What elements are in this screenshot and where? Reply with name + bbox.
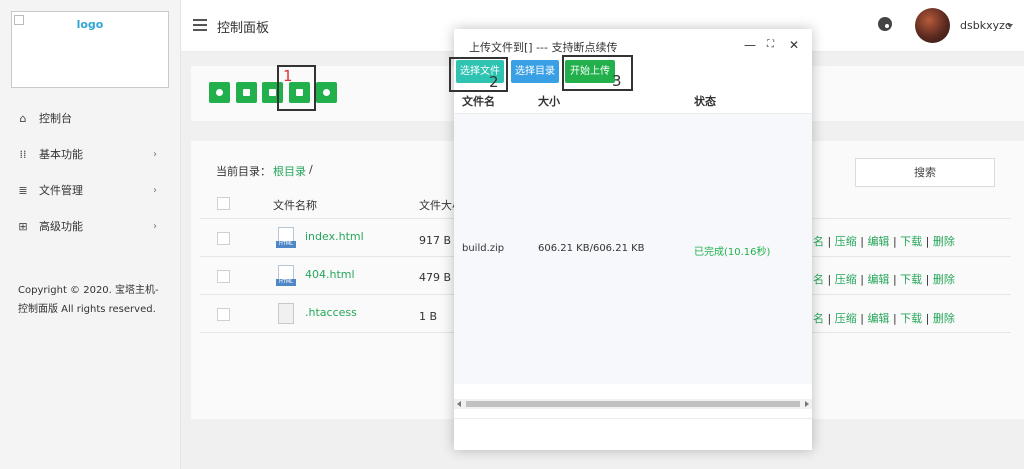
minimize-icon[interactable]: — xyxy=(744,38,756,52)
copyright: Copyright © 2020. 宝塔主机-控制面版 All rights r… xyxy=(18,285,159,315)
edit-link[interactable]: 编辑 xyxy=(867,273,889,286)
rename-link[interactable]: 名 xyxy=(813,312,824,325)
close-icon[interactable]: ✕ xyxy=(789,38,799,52)
column-size: 大小 xyxy=(538,95,560,108)
username[interactable]: dsbkxyzc xyxy=(960,19,1011,32)
logo[interactable]: logo xyxy=(11,11,169,88)
page-title: 控制面板 xyxy=(217,21,270,36)
download-link[interactable]: 下载 xyxy=(900,273,922,286)
upload-file-name: build.zip xyxy=(462,243,505,254)
delete-link[interactable]: 删除 xyxy=(933,235,955,248)
annotation-number-3: 3 xyxy=(612,72,622,90)
row-actions: 名 | 压缩 | 编辑 | 下载 | 删除 xyxy=(813,312,955,325)
annotation-box-2 xyxy=(449,57,508,92)
sidebar-item-label: 控制台 xyxy=(39,112,72,125)
menu-icon[interactable] xyxy=(193,19,207,31)
sidebar-item-files[interactable]: ≣ 文件管理 › xyxy=(0,178,181,202)
file-link[interactable]: .htaccess xyxy=(305,306,357,319)
sidebar-item-label: 文件管理 xyxy=(39,184,83,197)
home-icon: ⌂ xyxy=(19,111,27,125)
select-directory-button[interactable]: 选择目录 xyxy=(511,60,559,83)
sidebar-item-label: 基本功能 xyxy=(39,148,83,161)
logo-alt-text: logo xyxy=(76,18,104,31)
sidebar-item-label: 高级功能 xyxy=(39,220,83,233)
scroll-left-icon[interactable] xyxy=(457,401,461,407)
divider xyxy=(811,218,1011,219)
column-filename: 文件名称 xyxy=(273,199,317,212)
edit-link[interactable]: 编辑 xyxy=(867,235,889,248)
file-size: 917 B xyxy=(419,234,452,247)
upload-file-size: 606.21 KB/606.21 KB xyxy=(538,243,645,254)
maximize-icon[interactable]: ⛶ xyxy=(767,39,774,50)
compress-link[interactable]: 压缩 xyxy=(835,235,857,248)
rename-link[interactable]: 名 xyxy=(813,273,824,286)
column-name: 文件名 xyxy=(462,95,495,108)
dialog-title: 上传文件到[] --- 支持断点续传 xyxy=(469,41,618,54)
edit-link[interactable]: 编辑 xyxy=(867,312,889,325)
download-link[interactable]: 下载 xyxy=(900,312,922,325)
compress-link[interactable]: 压缩 xyxy=(835,312,857,325)
scroll-right-icon[interactable] xyxy=(805,401,809,407)
palette-icon[interactable] xyxy=(878,17,892,31)
list-icon: ≣ xyxy=(18,183,28,197)
sidebar-item-console[interactable]: ⌂ 控制台 xyxy=(0,106,181,130)
grid-icon: ⁞⁞ xyxy=(19,147,27,161)
add-icon[interactable] xyxy=(209,82,230,103)
chevron-right-icon: › xyxy=(153,220,157,232)
sidebar-item-basic[interactable]: ⁞⁞ 基本功能 › xyxy=(0,142,181,166)
upload-status: 已完成(10.16秒) xyxy=(694,247,771,258)
file-link[interactable]: 404.html xyxy=(305,268,355,281)
annotation-number-2: 2 xyxy=(489,73,499,91)
file-icon xyxy=(276,303,296,327)
annotation-box-3 xyxy=(562,55,633,91)
chevron-right-icon: › xyxy=(153,148,157,160)
row-checkbox[interactable] xyxy=(217,308,230,321)
row-checkbox[interactable] xyxy=(217,232,230,245)
history-icon[interactable] xyxy=(316,82,337,103)
search-button[interactable]: 搜索 xyxy=(855,158,995,187)
breadcrumb-separator: / xyxy=(309,163,313,176)
divider xyxy=(811,294,1011,295)
download-link[interactable]: 下载 xyxy=(900,235,922,248)
delete-link[interactable]: 删除 xyxy=(933,312,955,325)
divider xyxy=(811,256,1011,257)
upload-dialog: 上传文件到[] --- 支持断点续传 — ⛶ ✕ 选择文件 选择目录 开始上传 … xyxy=(454,29,812,450)
html-file-icon: HTML xyxy=(276,265,296,289)
row-checkbox[interactable] xyxy=(217,270,230,283)
row-actions: 名 | 压缩 | 编辑 | 下载 | 删除 xyxy=(813,273,955,286)
divider xyxy=(811,332,1011,333)
breadcrumb-label: 当前目录： xyxy=(216,165,271,178)
html-file-icon: HTML xyxy=(276,227,296,251)
horizontal-scrollbar[interactable] xyxy=(454,399,812,409)
delete-link[interactable]: 删除 xyxy=(933,273,955,286)
scrollbar-thumb[interactable] xyxy=(466,401,800,407)
divider xyxy=(454,418,812,419)
avatar[interactable] xyxy=(915,8,950,43)
plus-square-icon: ⊞ xyxy=(18,219,28,233)
rename-link[interactable]: 名 xyxy=(813,235,824,248)
folder-icon[interactable] xyxy=(236,82,257,103)
compress-link[interactable]: 压缩 xyxy=(835,273,857,286)
row-actions: 名 | 压缩 | 编辑 | 下载 | 删除 xyxy=(813,235,955,248)
breadcrumb-root[interactable]: 根目录 xyxy=(273,163,306,179)
sidebar-item-advanced[interactable]: ⊞ 高级功能 › xyxy=(0,214,181,238)
file-size: 479 B xyxy=(419,271,452,284)
select-all-checkbox[interactable] xyxy=(217,197,230,210)
file-size: 1 B xyxy=(419,310,438,323)
caret-down-icon[interactable] xyxy=(1007,24,1013,28)
chevron-right-icon: › xyxy=(153,184,157,196)
annotation-number-1: 1 xyxy=(283,67,293,85)
sidebar: logo ⌂ 控制台 ⁞⁞ 基本功能 › ≣ 文件管理 › ⊞ 高级功能 › C… xyxy=(0,0,181,469)
file-link[interactable]: index.html xyxy=(305,230,364,243)
column-status: 状态 xyxy=(694,95,716,108)
